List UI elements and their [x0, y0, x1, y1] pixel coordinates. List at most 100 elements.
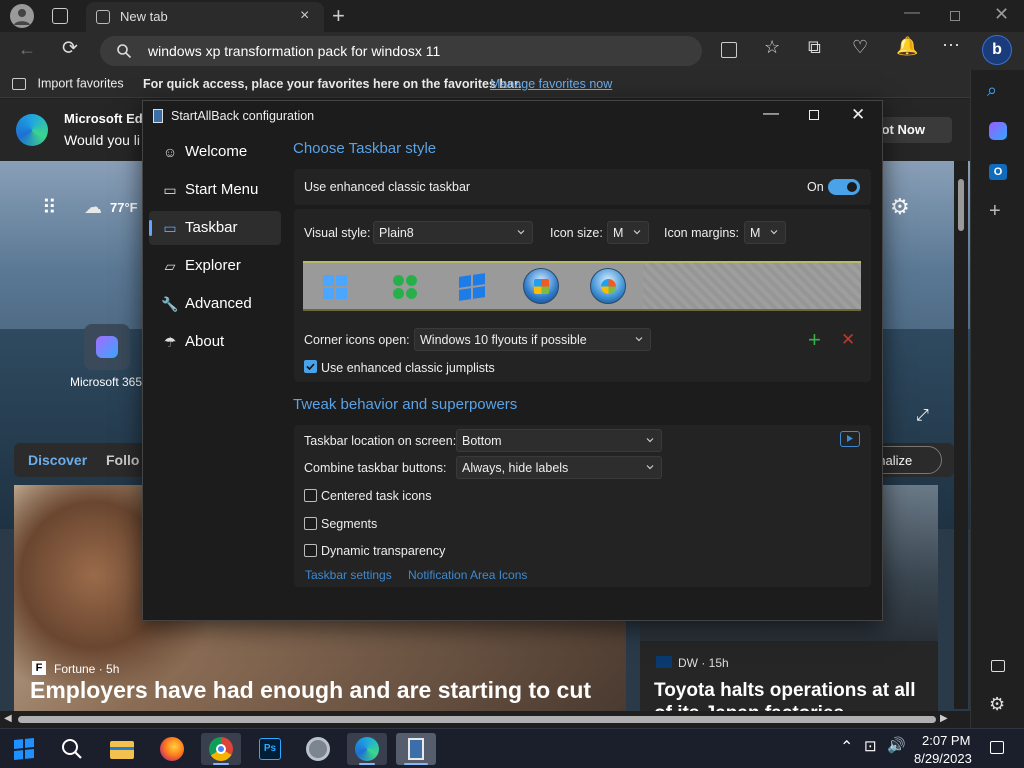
start-orb-win11-icon[interactable]	[323, 275, 347, 299]
centered-icons-checkbox[interactable]	[304, 489, 317, 502]
nav-about[interactable]: ☂ About	[149, 325, 281, 359]
horizontal-scrollbar-thumb[interactable]	[18, 716, 936, 723]
new-tab-icon[interactable]: +	[332, 3, 345, 29]
restore-icon[interactable]	[950, 11, 960, 21]
startallback-app-icon	[153, 109, 163, 123]
promo-title: Microsoft Edg	[64, 111, 151, 126]
tab-new-tab[interactable]: New tab ×	[86, 2, 324, 32]
apps-grid-icon[interactable]: ⠿	[42, 195, 57, 220]
sidebar-settings-icon[interactable]: ⚙	[989, 694, 1005, 715]
page-settings-icon[interactable]: ⚙	[890, 194, 910, 220]
combine-buttons-label: Combine taskbar buttons:	[304, 461, 447, 475]
refresh-icon[interactable]: ⟳	[62, 37, 78, 60]
corner-icons-dropdown[interactable]: Windows 10 flyouts if possible	[414, 328, 651, 351]
icon-size-label: Icon size:	[550, 226, 603, 240]
network-icon[interactable]: ⊡	[864, 737, 877, 755]
volume-icon[interactable]: 🔊	[887, 736, 906, 754]
folder-icon: ▱	[164, 258, 176, 274]
chevron-down-icon	[517, 230, 525, 235]
close-window-icon[interactable]: ✕	[994, 4, 1009, 25]
clock-date[interactable]: 8/29/2023	[914, 751, 972, 766]
nav-about-label: About	[185, 333, 225, 350]
nav-start-menu[interactable]: ▭ Start Menu	[149, 173, 281, 207]
microsoft365-tile[interactable]	[84, 324, 130, 370]
start-orb-vista-icon[interactable]	[590, 268, 626, 304]
manage-favorites-link[interactable]: Manage favorites now	[490, 77, 612, 91]
tab-following[interactable]: Follo	[106, 452, 139, 468]
play-demo-icon[interactable]	[840, 431, 860, 447]
news2-headline-line2: of its Japan factories	[654, 703, 844, 711]
tab-close-icon[interactable]: ×	[300, 7, 309, 25]
more-menu-icon[interactable]: ⋯	[942, 35, 960, 56]
news2-source: DW · 15h	[678, 656, 729, 670]
split-screen-icon[interactable]	[721, 42, 737, 58]
notification-area-link[interactable]: Notification Area Icons	[408, 568, 527, 582]
dialog-titlebar[interactable]: StartAllBack configuration — ✕	[143, 101, 882, 131]
add-icon[interactable]: +	[808, 327, 821, 353]
windows-start-icon[interactable]	[4, 733, 44, 765]
dialog-maximize-icon[interactable]	[809, 110, 819, 120]
page-scrollbar-thumb[interactable]	[958, 179, 964, 231]
nav-explorer-label: Explorer	[185, 257, 241, 274]
search-icon	[117, 44, 132, 59]
edge-taskbar-icon[interactable]	[347, 733, 387, 765]
enhanced-taskbar-toggle[interactable]	[828, 179, 860, 195]
icon-margins-dropdown[interactable]: M	[744, 221, 786, 244]
tab-actions-icon[interactable]	[52, 8, 68, 24]
startallback-taskbar-icon[interactable]	[396, 733, 436, 765]
back-icon[interactable]: ←	[18, 39, 36, 60]
settings-app-icon[interactable]	[298, 733, 338, 765]
nav-explorer[interactable]: ▱ Explorer	[149, 249, 281, 283]
taskbar-location-label: Taskbar location on screen:	[304, 434, 457, 448]
visual-style-dropdown[interactable]: Plain8	[373, 221, 533, 244]
firefox-icon[interactable]	[152, 733, 192, 765]
start-orb-win10-icon[interactable]	[459, 273, 485, 301]
tray-overflow-icon[interactable]: ⌃	[840, 737, 853, 757]
microsoft365-label: Microsoft 365	[70, 375, 143, 389]
chrome-icon[interactable]	[201, 733, 241, 765]
dynamic-transparency-checkbox[interactable]	[304, 544, 317, 557]
collections-icon[interactable]: ⧉	[808, 37, 821, 58]
sidebar-copilot-icon[interactable]	[989, 122, 1007, 140]
photoshop-icon[interactable]: Ps	[250, 733, 290, 765]
start-orb-win8-icon[interactable]	[393, 275, 417, 299]
nav-welcome[interactable]: ☺ Welcome	[149, 135, 281, 169]
jumplists-checkbox[interactable]	[304, 360, 317, 373]
favorites-bar: Import favorites For quick access, place…	[0, 70, 970, 98]
taskbar-icon: ▭	[163, 220, 177, 236]
dialog-minimize-icon[interactable]: —	[763, 105, 779, 123]
start-orb-win7-icon[interactable]	[523, 268, 559, 304]
scroll-right-icon[interactable]: ▶	[940, 713, 948, 724]
nav-taskbar[interactable]: ▭ Taskbar	[149, 211, 281, 245]
remove-icon[interactable]: ✕	[841, 330, 855, 350]
scroll-left-icon[interactable]: ◀	[4, 713, 12, 724]
performance-icon[interactable]: ♡	[852, 37, 868, 58]
taskbar-settings-link[interactable]: Taskbar settings	[305, 568, 392, 582]
start-menu-icon: ▭	[163, 182, 177, 198]
dialog-close-icon[interactable]: ✕	[851, 105, 865, 125]
address-input[interactable]: windows xp transformation pack for windo…	[100, 36, 702, 66]
fullscreen-icon[interactable]: ⤢	[916, 407, 929, 425]
icon-size-dropdown[interactable]: M	[607, 221, 649, 244]
minimize-icon[interactable]: —	[904, 4, 920, 22]
horizontal-scrollbar[interactable]: ◀ ▶	[0, 711, 970, 728]
taskbar-search-icon[interactable]	[52, 733, 92, 765]
combine-buttons-dropdown[interactable]: Always, hide labels	[456, 456, 662, 479]
tab-discover[interactable]: Discover	[28, 452, 87, 468]
nav-advanced[interactable]: 🔧 Advanced	[149, 287, 281, 321]
clock-time[interactable]: 2:07 PM	[922, 733, 970, 748]
sidebar-hide-icon[interactable]	[991, 660, 1005, 672]
page-scrollbar[interactable]	[954, 161, 968, 709]
notification-center-icon[interactable]	[990, 741, 1004, 754]
import-favorites-button[interactable]: Import favorites	[12, 76, 124, 94]
profile-avatar[interactable]	[10, 4, 34, 28]
sidebar-search-icon[interactable]: ⌕	[987, 80, 997, 101]
taskbar-location-dropdown[interactable]: Bottom	[456, 429, 662, 452]
sidebar-add-icon[interactable]: +	[989, 200, 1001, 223]
segments-checkbox[interactable]	[304, 517, 317, 530]
sidebar-outlook-icon[interactable]: O	[989, 164, 1007, 180]
file-explorer-icon[interactable]	[102, 733, 142, 765]
bing-copilot-icon[interactable]: b	[982, 35, 1012, 65]
notifications-icon[interactable]: 🔔	[896, 36, 918, 57]
favorites-star-icon[interactable]: ☆	[764, 37, 780, 58]
